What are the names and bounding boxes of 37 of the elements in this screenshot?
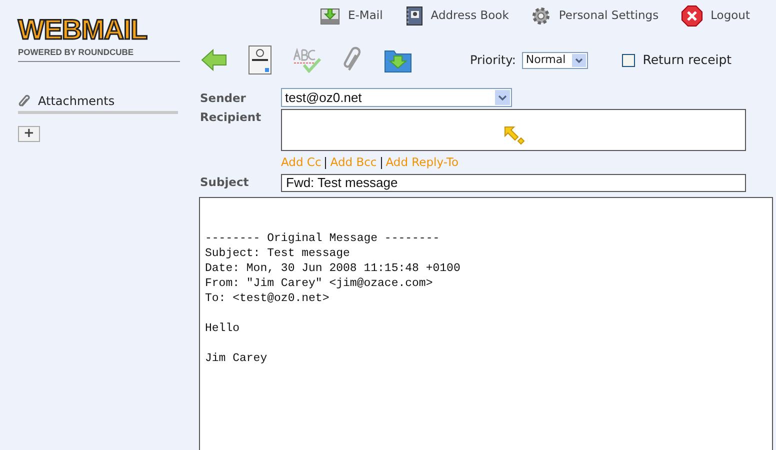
- body-line: Subject: Test message: [205, 246, 351, 260]
- logo-title: WEBMAIL: [18, 16, 148, 44]
- return-receipt-label: Return receipt: [642, 50, 732, 69]
- spellcheck-icon[interactable]: [292, 47, 322, 73]
- add-attachment-button[interactable]: +: [18, 126, 40, 142]
- dropdown-icon[interactable]: [572, 54, 586, 66]
- subject-field[interactable]: Fwd: Test message: [281, 174, 746, 192]
- send-icon[interactable]: [248, 45, 272, 75]
- paperclip-icon: [18, 94, 32, 108]
- recipient-label: Recipient: [199, 109, 262, 126]
- attachments-heading: Attachments: [38, 92, 115, 110]
- priority-label: Priority:: [470, 52, 516, 69]
- nav-link[interactable]: E-Mail: [320, 6, 383, 26]
- body-line: Date: Mon, 30 Jun 2008 11:15:48 +0100: [205, 260, 462, 276]
- close-icon[interactable]: [680, 5, 703, 27]
- recipient-field[interactable]: [281, 109, 746, 152]
- nav-link[interactable]: Logout: [680, 5, 750, 27]
- body-line: Hello: [205, 320, 241, 336]
- inbox-icon[interactable]: [320, 6, 340, 26]
- nav-link[interactable]: Address Book: [404, 6, 509, 26]
- gear-icon[interactable]: [530, 6, 551, 26]
- subject-label: Subject: [199, 174, 250, 190]
- body-line: Jim Carey: [205, 350, 268, 366]
- nav-link[interactable]: Personal Settings: [530, 6, 659, 26]
- sender-label: Sender: [199, 90, 247, 107]
- body-line: To: <test@oz0.net>: [205, 290, 330, 306]
- body-line: From: "Jim Carey" <jim@ozace.com>: [205, 276, 434, 290]
- priority-select[interactable]: Normal: [522, 52, 588, 68]
- dropdown-icon[interactable]: [495, 90, 510, 105]
- address-book-icon[interactable]: [404, 6, 423, 26]
- arrow-icon: [502, 125, 524, 148]
- body-line: -------- Original Message --------: [205, 230, 441, 246]
- logo-subtitle: POWERED BY ROUNDCUBE: [18, 46, 180, 62]
- sender-select[interactable]: test@oz0.net: [281, 88, 512, 107]
- back-arrow-icon[interactable]: [200, 48, 228, 72]
- return-receipt-checkbox[interactable]: [622, 54, 635, 66]
- message-body-field[interactable]: -------- Original Message -------- Subject: Test message Date: Mon, 30 Jun 2008 11:15:48 +0100 From: "Jim Carey" <jim@ozace.com> To: <test@oz0.net> Hello Jim Carey: [199, 196, 773, 450]
